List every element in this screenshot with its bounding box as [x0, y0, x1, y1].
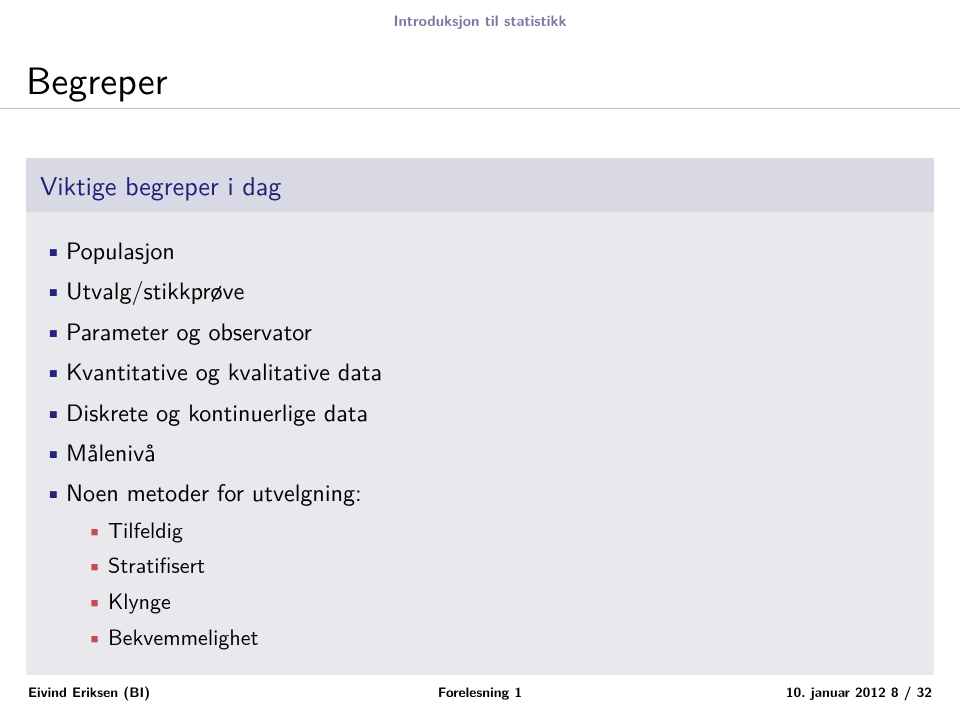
sub-list-item: Tilfeldig: [84, 515, 920, 545]
list-item-label: Parameter og observator: [66, 313, 312, 348]
list-item: Kvantitative og kvalitative data: [40, 355, 920, 387]
bullet-list: Populasjon Utvalg/stikkprøve Parameter o…: [40, 234, 920, 651]
footer-author: Eivind Eriksen (BI): [28, 682, 150, 702]
list-item: Populasjon: [40, 234, 920, 266]
sub-list-item-label: Klynge: [108, 584, 171, 616]
block-body: Populasjon Utvalg/stikkprøve Parameter o…: [26, 212, 934, 675]
list-item-label: Populasjon: [66, 232, 175, 267]
list-item-label: Kvantitative og kvalitative data: [66, 353, 382, 388]
footer-date-page: 10. januar 2012 8 / 32: [786, 682, 932, 702]
list-item-label: Utvalg/stikkprøve: [66, 272, 244, 307]
block-title: Viktige begreper i dag: [26, 158, 934, 212]
sub-list-item: Klynge: [84, 586, 920, 616]
list-item: Utvalg/stikkprøve: [40, 274, 920, 306]
sub-bullet-list: Tilfeldig Stratifisert Klynge Bekvemmeli…: [66, 515, 920, 652]
list-item-label: Diskrete og kontinuerlige data: [66, 394, 368, 429]
sub-list-item-label: Stratifisert: [108, 548, 205, 580]
nav-section: Introduksjon til statistikk: [0, 10, 960, 31]
frame-title-rule: [0, 108, 960, 109]
list-item: Målenivå: [40, 436, 920, 468]
list-item-label: Noen metoder for utvelgning:: [66, 474, 362, 509]
list-item: Diskrete og kontinuerlige data: [40, 396, 920, 428]
sub-list-item: Bekvemmelighet: [84, 622, 920, 652]
sub-list-item-label: Bekvemmelighet: [108, 620, 258, 652]
list-item-label: Målenivå: [66, 434, 156, 469]
sub-list-item: Stratifisert: [84, 550, 920, 580]
content-block: Viktige begreper i dag Populasjon Utvalg…: [26, 158, 934, 675]
footer: Eivind Eriksen (BI) Forelesning 1 10. ja…: [0, 682, 960, 702]
list-item: Noen metoder for utvelgning: Tilfeldig S…: [40, 476, 920, 651]
list-item: Parameter og observator: [40, 315, 920, 347]
frame-title: Begreper: [26, 50, 168, 106]
slide: Introduksjon til statistikk Begreper Vik…: [0, 0, 960, 720]
sub-list-item-label: Tilfeldig: [108, 513, 183, 545]
